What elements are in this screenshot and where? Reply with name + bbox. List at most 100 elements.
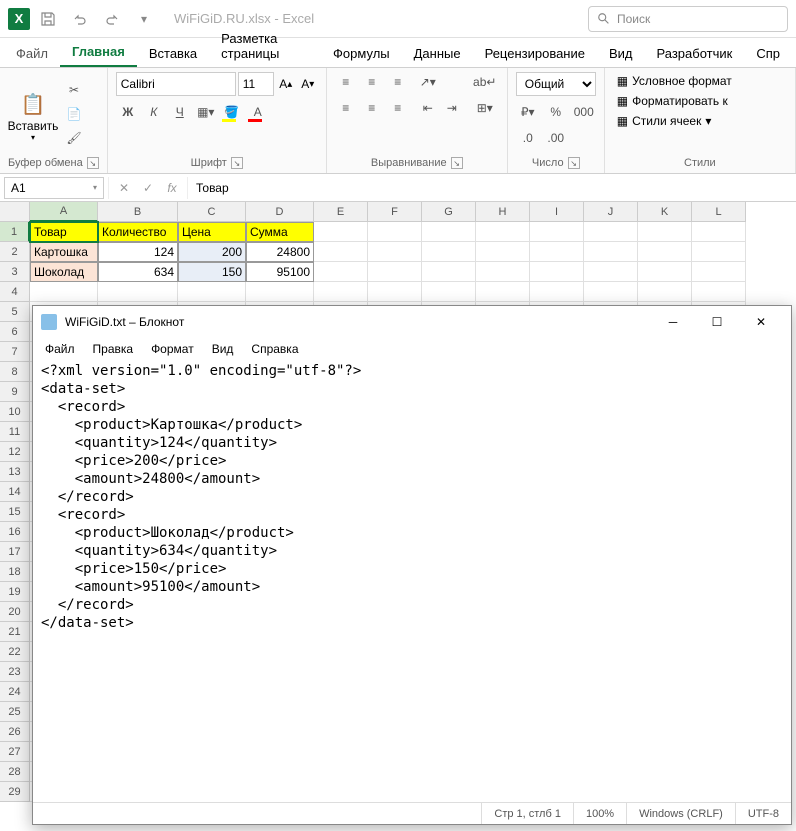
cell[interactable]: Товар <box>30 222 98 242</box>
col-header-j[interactable]: J <box>584 202 638 222</box>
tab-formulas[interactable]: Формулы <box>321 40 402 67</box>
row-header[interactable]: 8 <box>0 362 30 382</box>
menu-help[interactable]: Справка <box>243 340 306 358</box>
menu-file[interactable]: Файл <box>37 340 83 358</box>
select-all-corner[interactable] <box>0 202 30 222</box>
currency-icon[interactable]: ₽▾ <box>516 102 540 122</box>
decrease-decimal-icon[interactable]: .00 <box>544 128 568 148</box>
cell[interactable]: 24800 <box>246 242 314 262</box>
underline-button[interactable]: Ч <box>168 102 192 122</box>
cell[interactable]: 150 <box>178 262 246 282</box>
row-header[interactable]: 23 <box>0 662 30 682</box>
cell[interactable]: Картошка <box>30 242 98 262</box>
conditional-formatting-button[interactable]: ▦Условное формат <box>613 72 736 90</box>
increase-font-icon[interactable]: A▴ <box>276 72 296 96</box>
col-header-h[interactable]: H <box>476 202 530 222</box>
cell[interactable] <box>530 242 584 262</box>
row-header[interactable]: 19 <box>0 582 30 602</box>
row-header[interactable]: 24 <box>0 682 30 702</box>
percent-icon[interactable]: % <box>544 102 568 122</box>
paste-button[interactable]: 📋 Вставить ▾ <box>8 72 58 142</box>
cell[interactable] <box>476 282 530 302</box>
name-box[interactable]: A1▾ <box>4 177 104 199</box>
row-header[interactable]: 13 <box>0 462 30 482</box>
format-as-table-button[interactable]: ▦Форматировать к <box>613 92 736 110</box>
cell-styles-button[interactable]: ▦Стили ячеек ▾ <box>613 112 736 130</box>
cell[interactable] <box>584 262 638 282</box>
row-header[interactable]: 18 <box>0 562 30 582</box>
row-header[interactable]: 4 <box>0 282 30 302</box>
row-header[interactable]: 27 <box>0 742 30 762</box>
cell[interactable]: 634 <box>98 262 178 282</box>
row-header[interactable]: 25 <box>0 702 30 722</box>
font-color-icon[interactable]: A <box>246 102 270 122</box>
alignment-dialog-launcher[interactable]: ↘ <box>451 157 463 169</box>
row-header[interactable]: 14 <box>0 482 30 502</box>
comma-icon[interactable]: 000 <box>572 102 596 122</box>
insert-function-button[interactable]: fx <box>161 177 183 199</box>
cell[interactable] <box>476 222 530 242</box>
cell[interactable] <box>368 262 422 282</box>
increase-indent-icon[interactable]: ⇥ <box>441 98 463 118</box>
row-header[interactable]: 29 <box>0 782 30 802</box>
cell[interactable] <box>368 242 422 262</box>
notepad-content[interactable]: <?xml version="1.0" encoding="utf-8"?> <… <box>33 360 791 802</box>
menu-format[interactable]: Формат <box>143 340 202 358</box>
tab-developer[interactable]: Разработчик <box>645 40 745 67</box>
col-header-a[interactable]: A <box>30 202 98 222</box>
align-left-icon[interactable]: ≡ <box>335 98 357 118</box>
cell[interactable] <box>422 222 476 242</box>
row-header[interactable]: 20 <box>0 602 30 622</box>
row-header[interactable]: 3 <box>0 262 30 282</box>
tab-pagelayout[interactable]: Разметка страницы <box>209 25 321 67</box>
increase-decimal-icon[interactable]: .0 <box>516 128 540 148</box>
align-bottom-icon[interactable]: ≡ <box>387 72 409 92</box>
cell[interactable] <box>314 262 368 282</box>
cell[interactable]: 95100 <box>246 262 314 282</box>
cell[interactable] <box>178 282 246 302</box>
decrease-font-icon[interactable]: A▾ <box>298 72 318 96</box>
row-header[interactable]: 1 <box>0 222 30 242</box>
row-header[interactable]: 17 <box>0 542 30 562</box>
cut-icon[interactable]: ✂ <box>62 80 86 100</box>
tab-view[interactable]: Вид <box>597 40 645 67</box>
customize-qat-icon[interactable]: ▾ <box>130 5 158 33</box>
cell[interactable] <box>476 242 530 262</box>
cell[interactable] <box>584 282 638 302</box>
row-header[interactable]: 9 <box>0 382 30 402</box>
bold-button[interactable]: Ж <box>116 102 140 122</box>
cell[interactable] <box>422 242 476 262</box>
copy-icon[interactable]: 📄 <box>62 104 86 124</box>
cell[interactable] <box>314 282 368 302</box>
cell[interactable] <box>314 242 368 262</box>
row-header[interactable]: 10 <box>0 402 30 422</box>
col-header-e[interactable]: E <box>314 202 368 222</box>
cell[interactable] <box>530 222 584 242</box>
align-center-icon[interactable]: ≡ <box>361 98 383 118</box>
align-top-icon[interactable]: ≡ <box>335 72 357 92</box>
orientation-icon[interactable]: ↗▾ <box>417 72 439 92</box>
menu-view[interactable]: Вид <box>204 340 242 358</box>
cell[interactable] <box>692 262 746 282</box>
tab-insert[interactable]: Вставка <box>137 40 209 67</box>
minimize-button[interactable]: ─ <box>651 307 695 337</box>
cell[interactable] <box>422 282 476 302</box>
formula-input[interactable]: Товар <box>188 177 796 199</box>
col-header-d[interactable]: D <box>246 202 314 222</box>
col-header-f[interactable]: F <box>368 202 422 222</box>
row-header[interactable]: 11 <box>0 422 30 442</box>
col-header-g[interactable]: G <box>422 202 476 222</box>
row-header[interactable]: 12 <box>0 442 30 462</box>
number-dialog-launcher[interactable]: ↘ <box>568 157 580 169</box>
format-painter-icon[interactable]: 🖌 <box>62 128 86 148</box>
font-dialog-launcher[interactable]: ↘ <box>231 157 243 169</box>
col-header-k[interactable]: K <box>638 202 692 222</box>
cell[interactable]: Количество <box>98 222 178 242</box>
cell[interactable] <box>314 222 368 242</box>
cell[interactable] <box>638 282 692 302</box>
row-header[interactable]: 16 <box>0 522 30 542</box>
cell[interactable] <box>530 282 584 302</box>
cell[interactable] <box>692 242 746 262</box>
cell[interactable] <box>476 262 530 282</box>
row-header[interactable]: 15 <box>0 502 30 522</box>
